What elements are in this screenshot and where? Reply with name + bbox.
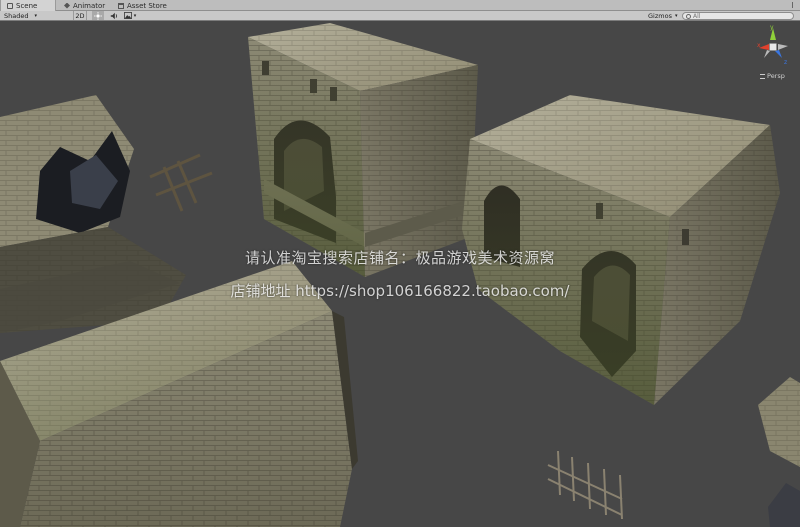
shading-mode-value: Shaded xyxy=(4,11,29,20)
scene-effects-dropdown[interactable]: ▾ xyxy=(123,11,137,20)
gizmo-neg-z-cone[interactable] xyxy=(764,50,770,58)
chevron-down-icon: ▾ xyxy=(133,12,137,19)
tab-scene-label: Scene xyxy=(16,1,38,10)
gizmo-center-cube[interactable] xyxy=(769,43,777,51)
search-icon xyxy=(686,13,691,19)
axis-x-label: x xyxy=(757,42,761,49)
chevron-down-icon: ▾ xyxy=(34,12,37,19)
scene-icon xyxy=(7,2,13,9)
gatehouse-model[interactable] xyxy=(248,23,478,277)
axis-y-label: y xyxy=(770,24,774,31)
gizmo-z-cone[interactable] xyxy=(775,50,782,58)
sun-icon xyxy=(94,11,102,20)
scene-toolbar: Shaded ▾ 2D ▾ Gizmos ▾ All xyxy=(0,11,800,21)
tab-asset-store[interactable]: Asset Store xyxy=(112,0,173,11)
shading-mode-dropdown[interactable]: Shaded ▾ xyxy=(4,11,62,20)
menu-lines-icon xyxy=(792,2,796,8)
scene-lighting-toggle[interactable] xyxy=(92,11,104,20)
scene-viewport[interactable]: y x z Persp 请认准淘宝搜索店铺名：极品游戏美术资源窝 店铺地址 ht… xyxy=(0,21,800,527)
image-icon xyxy=(123,12,132,19)
editor-tab-bar: Scene Animator Asset Store xyxy=(0,0,800,11)
tab-animator[interactable]: Animator xyxy=(58,0,111,11)
edge-debris-model[interactable] xyxy=(758,377,800,527)
fence-model[interactable] xyxy=(547,450,623,520)
speaker-icon xyxy=(110,12,117,19)
tab-options-menu[interactable] xyxy=(792,2,796,8)
gizmo-x-cone[interactable] xyxy=(778,44,788,50)
gizmos-label: Gizmos xyxy=(648,11,672,20)
asset-store-icon xyxy=(118,2,124,9)
chevron-down-icon: ▾ xyxy=(674,12,678,19)
watermark-line-1: 请认准淘宝搜索店铺名：极品游戏美术资源窝 xyxy=(244,249,555,267)
tab-asset-store-label: Asset Store xyxy=(127,1,167,10)
watermark-line-2: 店铺地址 https://shop106166822.taobao.com/ xyxy=(230,282,570,300)
2d-mode-label: 2D xyxy=(75,11,85,20)
tab-scene[interactable]: Scene xyxy=(0,0,56,11)
projection-label: Persp xyxy=(767,72,785,80)
projection-toggle[interactable]: Persp xyxy=(760,72,785,80)
scene-audio-toggle[interactable] xyxy=(108,11,120,20)
search-placeholder: All xyxy=(693,12,701,20)
animator-icon xyxy=(64,2,70,9)
tab-animator-label: Animator xyxy=(73,1,106,10)
gizmos-dropdown[interactable]: Gizmos ▾ xyxy=(648,11,678,20)
projection-icon xyxy=(760,73,765,79)
2d-mode-toggle[interactable]: 2D xyxy=(73,11,87,20)
axis-z-label: z xyxy=(784,59,787,66)
scene-render xyxy=(0,23,800,527)
hierarchy-search-field[interactable]: All xyxy=(682,12,794,20)
